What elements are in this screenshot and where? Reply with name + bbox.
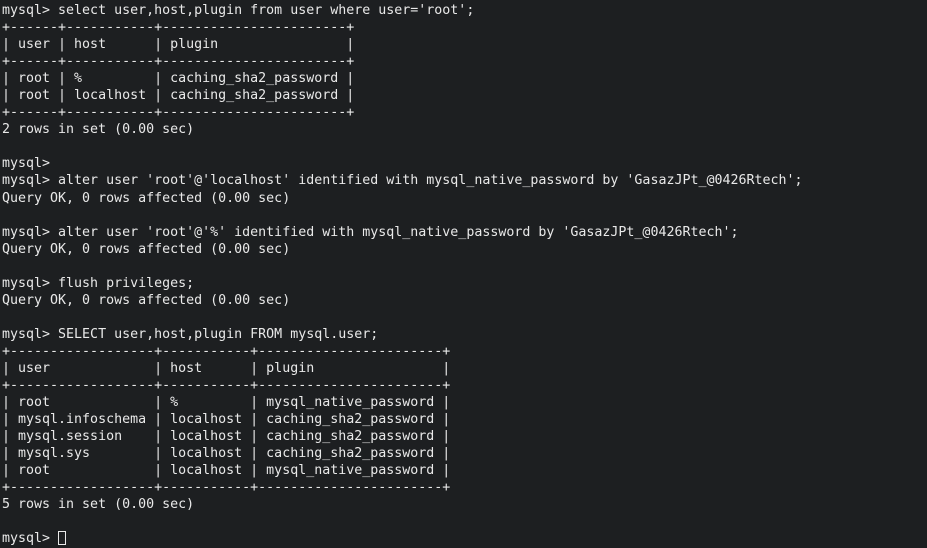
- terminal-line: 5 rows in set (0.00 sec): [2, 497, 195, 513]
- terminal-line: 2 rows in set (0.00 sec): [2, 122, 195, 138]
- terminal-line: mysql> alter user 'root'@'localhost' ide…: [2, 173, 803, 189]
- terminal-line: mysql>: [2, 156, 51, 172]
- terminal-line: | mysql.session | localhost | caching_sh…: [2, 429, 451, 445]
- terminal-line: mysql> flush privileges;: [2, 275, 195, 291]
- terminal-line: | root | localhost | mysql_native_passwo…: [2, 463, 451, 479]
- text-cursor: [58, 530, 66, 545]
- terminal-line: Query OK, 0 rows affected (0.00 sec): [2, 292, 291, 308]
- terminal-line: mysql> alter user 'root'@'%' identified …: [2, 224, 739, 240]
- terminal-window[interactable]: mysql> select user,host,plugin from user…: [0, 0, 927, 548]
- terminal-line: +------+-----------+--------------------…: [2, 54, 355, 70]
- terminal-line: mysql> select user,host,plugin from user…: [2, 3, 475, 18]
- terminal-line: +------+-----------+--------------------…: [2, 20, 355, 36]
- terminal-line: +------+-----------+--------------------…: [2, 105, 355, 121]
- terminal-line: | user | host | plugin |: [2, 37, 355, 53]
- terminal-line: Query OK, 0 rows affected (0.00 sec): [2, 241, 291, 257]
- terminal-line: +------------------+-----------+--------…: [2, 378, 451, 394]
- terminal-line: | root | % | caching_sha2_password |: [2, 71, 355, 87]
- terminal-line: +------------------+-----------+--------…: [2, 343, 451, 359]
- terminal-line: Query OK, 0 rows affected (0.00 sec): [2, 190, 291, 206]
- terminal-line: +------------------+-----------+--------…: [2, 480, 451, 496]
- terminal-line: | mysql.infoschema | localhost | caching…: [2, 412, 451, 428]
- terminal-output: mysql> select user,host,plugin from user…: [2, 2, 927, 530]
- shell-prompt: mysql>: [2, 531, 59, 547]
- terminal-line: | root | % | mysql_native_password |: [2, 395, 451, 411]
- terminal-line: | mysql.sys | localhost | caching_sha2_p…: [2, 446, 451, 462]
- terminal-line: | user | host | plugin |: [2, 360, 451, 376]
- terminal-line: | root | localhost | caching_sha2_passwo…: [2, 88, 355, 104]
- terminal-current-prompt-line: mysql>: [2, 530, 927, 547]
- terminal-line: mysql> SELECT user,host,plugin FROM mysq…: [2, 326, 379, 342]
